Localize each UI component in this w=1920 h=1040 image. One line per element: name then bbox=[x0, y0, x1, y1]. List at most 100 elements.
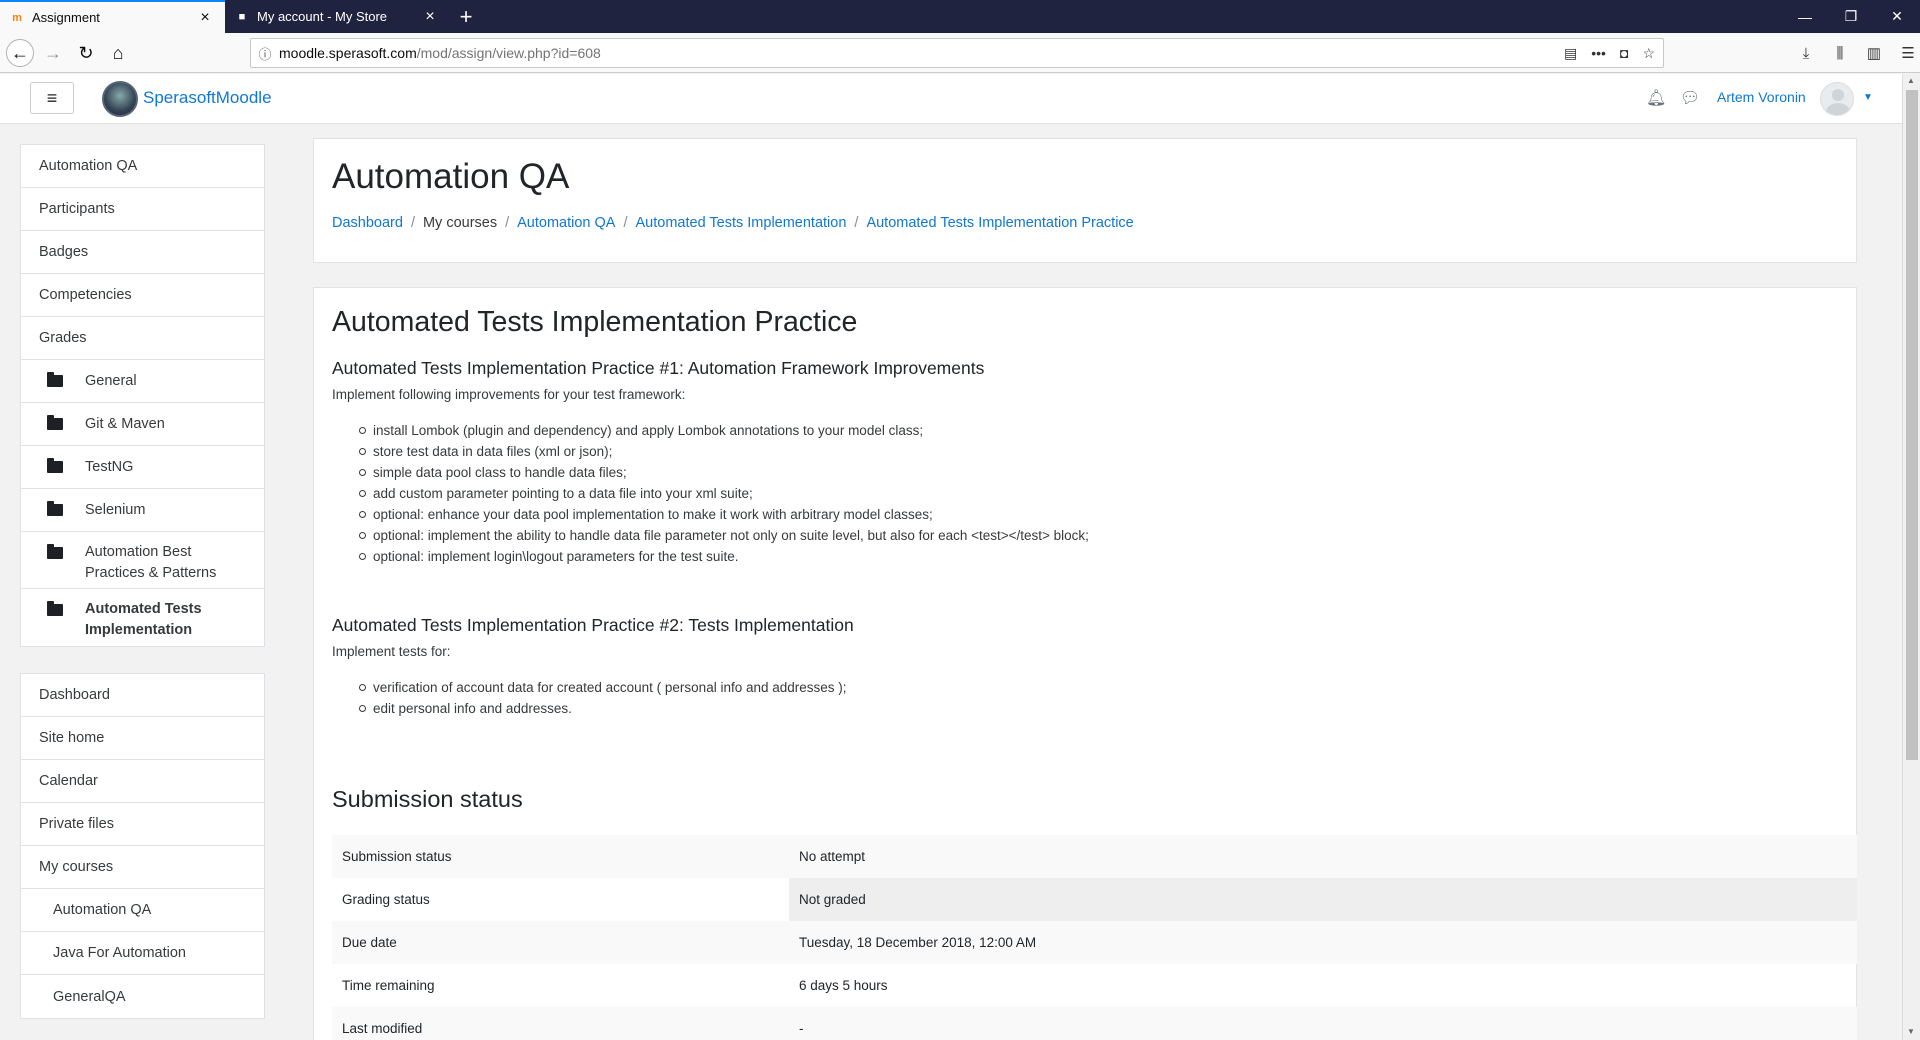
sidebar-item-best-practices[interactable]: Automation Best Practices & Patterns bbox=[21, 532, 264, 589]
avatar[interactable] bbox=[1820, 82, 1854, 116]
section-1-intro: Implement following improvements for you… bbox=[332, 387, 686, 402]
breadcrumb-assignment[interactable]: Automated Tests Implementation Practice bbox=[866, 215, 1133, 231]
menu-icon[interactable]: ☰ bbox=[1896, 39, 1920, 67]
sidebar-item-automated-tests[interactable]: Automated Tests Implementation bbox=[21, 589, 264, 646]
drawer-toggle-button[interactable]: ≡ bbox=[30, 82, 74, 114]
sidebar-item-label: Calendar bbox=[39, 773, 98, 789]
sidebar-item-site-home[interactable]: Site home bbox=[21, 717, 264, 760]
arrow-left-icon: ← bbox=[11, 42, 29, 63]
user-name[interactable]: Artem Voronin bbox=[1717, 89, 1806, 105]
hamburger-icon: ≡ bbox=[46, 87, 58, 108]
sidebar-item-dashboard[interactable]: Dashboard bbox=[21, 674, 264, 717]
tab-title: My account - My Store bbox=[257, 9, 388, 24]
folder-icon bbox=[47, 458, 63, 473]
sidebar-item-testng[interactable]: TestNG bbox=[21, 446, 264, 489]
sidebar-item-label: Selenium bbox=[85, 502, 146, 518]
tab-title: Assignment bbox=[32, 10, 100, 25]
sidebar-item-private-files[interactable]: Private files bbox=[21, 803, 264, 846]
table-row: Grading status Not graded bbox=[332, 878, 1857, 921]
close-window-icon[interactable]: ✕ bbox=[1874, 0, 1920, 33]
sidebar-item-course-java[interactable]: Java For Automation bbox=[21, 932, 264, 975]
folder-icon bbox=[47, 415, 63, 430]
site-nav-block: Dashboard Site home Calendar Private fil… bbox=[20, 673, 265, 1019]
close-tab-icon[interactable]: × bbox=[197, 9, 213, 27]
back-button[interactable]: ← bbox=[6, 39, 34, 67]
bookmark-star-icon[interactable]: ☆ bbox=[1642, 45, 1655, 62]
sidebar-item-label: My courses bbox=[39, 859, 114, 875]
row-key: Last modified bbox=[342, 1021, 423, 1036]
assignment-title: Automated Tests Implementation Practice bbox=[332, 306, 858, 338]
info-icon[interactable]: ⓘ bbox=[251, 44, 279, 63]
section-2-intro: Implement tests for: bbox=[332, 644, 451, 659]
close-tab-icon[interactable]: × bbox=[422, 8, 438, 26]
forward-button[interactable]: → bbox=[39, 39, 67, 67]
sidebar-item-automation-qa[interactable]: Automation QA bbox=[21, 145, 264, 188]
sidebar-item-competencies[interactable]: Competencies bbox=[21, 274, 264, 317]
new-tab-button[interactable]: + bbox=[450, 0, 482, 33]
minimize-icon[interactable]: — bbox=[1782, 0, 1828, 33]
store-favicon-icon: ■ bbox=[238, 10, 246, 23]
sidebar-item-label: Dashboard bbox=[39, 687, 110, 703]
breadcrumb-my-courses: My courses bbox=[422, 215, 498, 231]
page-title: Automation QA bbox=[332, 157, 570, 196]
restore-icon[interactable]: ❐ bbox=[1828, 0, 1874, 33]
breadcrumb-course[interactable]: Automation QA bbox=[517, 215, 615, 231]
sidebar-item-badges[interactable]: Badges bbox=[21, 231, 264, 274]
home-button[interactable]: ⌂ bbox=[104, 39, 132, 67]
breadcrumb-section[interactable]: Automated Tests Implementation bbox=[636, 215, 847, 231]
row-key: Grading status bbox=[342, 892, 430, 907]
list-item: optional: enhance your data pool impleme… bbox=[359, 504, 1089, 525]
site-brand[interactable]: SperasoftMoodle bbox=[143, 88, 272, 108]
sidebar-item-selenium[interactable]: Selenium bbox=[21, 489, 264, 532]
list-item: simple data pool class to handle data fi… bbox=[359, 462, 1089, 483]
list-item: optional: implement the ability to handl… bbox=[359, 525, 1089, 546]
breadcrumb-separator: / bbox=[505, 215, 510, 231]
sidebar-item-label: General bbox=[85, 373, 137, 389]
address-bar[interactable]: ⓘ moodle.sperasoft.com/mod/assign/view.p… bbox=[250, 38, 1664, 68]
url-host: moodle.sperasoft.com bbox=[279, 45, 417, 61]
sidebar-item-course-automation-qa[interactable]: Automation QA bbox=[21, 889, 264, 932]
sidebar-item-label: GeneralQA bbox=[53, 988, 126, 1005]
page-actions-icon[interactable]: ••• bbox=[1591, 45, 1606, 61]
sidebar-item-label: Competencies bbox=[39, 287, 132, 303]
browser-tab-my-account[interactable]: ■ My account - My Store × bbox=[225, 0, 450, 33]
messages-icon[interactable]: 💬︎ bbox=[1680, 88, 1700, 108]
window-controls: — ❐ ✕ bbox=[1782, 0, 1920, 33]
site-logo[interactable] bbox=[102, 81, 138, 117]
reader-view-icon[interactable]: ▤ bbox=[1564, 45, 1577, 62]
sidebar-item-participants[interactable]: Participants bbox=[21, 188, 264, 231]
folder-icon bbox=[47, 501, 63, 516]
sidebar-toggle-icon[interactable]: ▥ bbox=[1862, 39, 1886, 67]
arrow-right-icon: → bbox=[44, 42, 62, 63]
sidebar-item-my-courses[interactable]: My courses bbox=[21, 846, 264, 889]
breadcrumb-dashboard[interactable]: Dashboard bbox=[332, 215, 403, 231]
browser-nav-bar: ← → ↻ ⌂ ⓘ moodle.sperasoft.com/mod/assig… bbox=[0, 33, 1920, 73]
chevron-down-icon[interactable]: ▼ bbox=[1863, 92, 1873, 103]
sidebar-item-general[interactable]: General bbox=[21, 360, 264, 403]
downloads-icon[interactable]: ⤓ bbox=[1794, 39, 1818, 67]
sidebar-item-label: Automation Best Practices & Patterns bbox=[85, 544, 217, 581]
scrollbar-thumb[interactable] bbox=[1906, 90, 1918, 760]
library-icon[interactable]: ⫼ bbox=[1828, 39, 1852, 67]
breadcrumb: Dashboard / My courses / Automation QA /… bbox=[332, 215, 1134, 231]
sidebar-item-grades[interactable]: Grades bbox=[21, 317, 264, 360]
sidebar-item-label: Java For Automation bbox=[53, 945, 186, 961]
reload-button[interactable]: ↻ bbox=[72, 39, 100, 67]
breadcrumb-separator: / bbox=[854, 215, 859, 231]
list-item: install Lombok (plugin and dependency) a… bbox=[359, 420, 1089, 441]
table-row: Last modified - bbox=[332, 1007, 1857, 1040]
scroll-down-icon[interactable]: ▼ bbox=[1907, 1027, 1915, 1036]
sidebar-item-git-maven[interactable]: Git & Maven bbox=[21, 403, 264, 446]
page-scrollbar[interactable]: ▲ ▼ bbox=[1902, 74, 1920, 1040]
sidebar-item-calendar[interactable]: Calendar bbox=[21, 760, 264, 803]
course-nav-block: Automation QA Participants Badges Compet… bbox=[20, 144, 265, 647]
section-1-title: Automated Tests Implementation Practice … bbox=[332, 358, 985, 378]
notifications-bell-icon[interactable]: 🔔︎ bbox=[1646, 88, 1666, 108]
browser-tab-assignment[interactable]: m Assignment × bbox=[0, 0, 225, 33]
scroll-up-icon[interactable]: ▲ bbox=[1907, 76, 1915, 85]
sidebar-item-label: Grades bbox=[39, 330, 87, 346]
pocket-icon[interactable]: ◘ bbox=[1620, 45, 1628, 61]
url-path: /mod/assign/view.php?id=608 bbox=[416, 45, 601, 61]
section-2-title: Automated Tests Implementation Practice … bbox=[332, 615, 854, 635]
sidebar-item-course-generalqa[interactable]: GeneralQA bbox=[21, 975, 264, 1018]
